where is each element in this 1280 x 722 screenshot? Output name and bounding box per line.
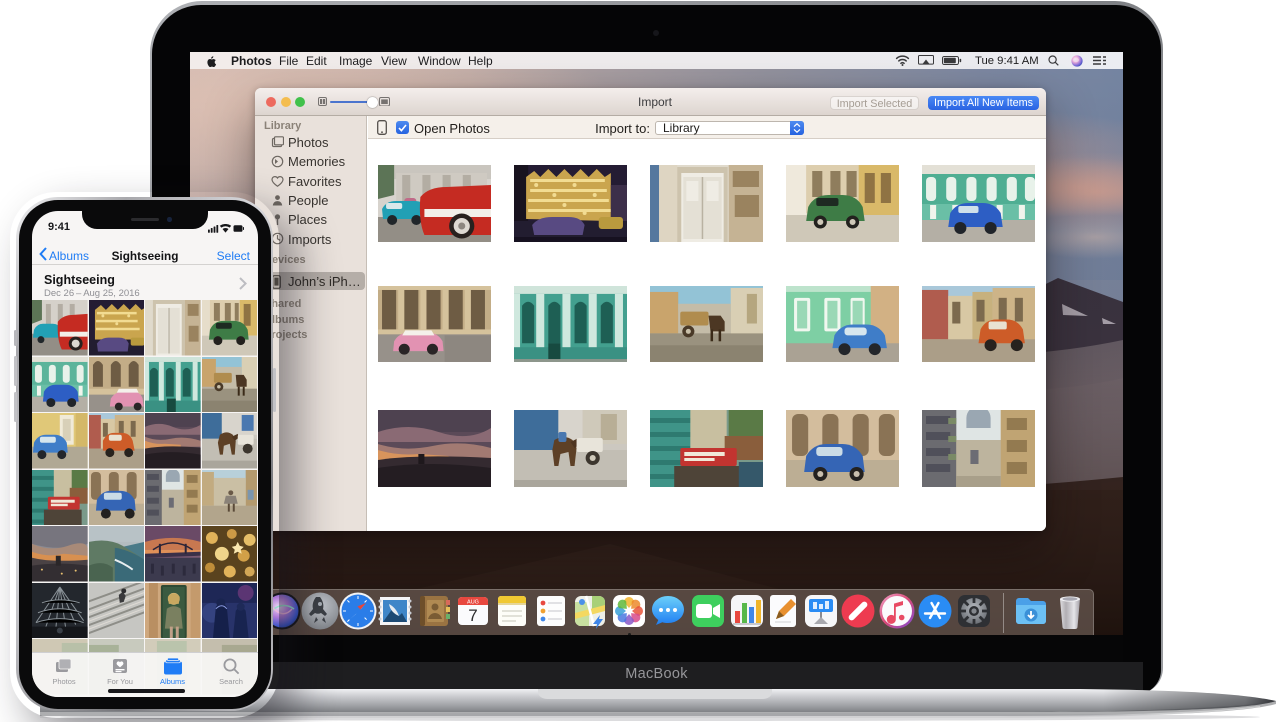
svg-text:AUG: AUG xyxy=(467,600,479,606)
svg-text:7: 7 xyxy=(468,606,477,625)
